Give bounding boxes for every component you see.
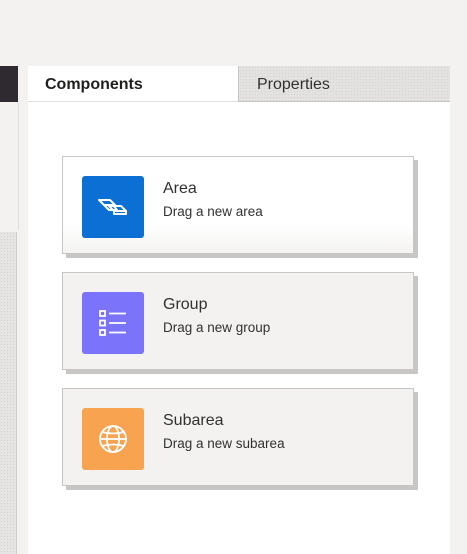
card-subtitle: Drag a new area xyxy=(163,204,263,219)
left-pane-toolbar xyxy=(0,102,19,230)
card-title: Group xyxy=(163,296,208,313)
tab-components[interactable]: Components xyxy=(28,66,238,102)
area-icon xyxy=(82,176,144,238)
area-component-card[interactable]: Area Drag a new area xyxy=(62,156,414,254)
card-title: Area xyxy=(163,180,197,197)
left-pane-header xyxy=(0,66,18,102)
components-panel: Components Properties Area Drag a new ar… xyxy=(28,66,450,554)
group-list-icon xyxy=(82,292,144,354)
card-subtitle: Drag a new subarea xyxy=(163,436,285,451)
subarea-component-card[interactable]: Subarea Drag a new subarea xyxy=(62,388,414,486)
panel-tabs: Components Properties xyxy=(28,66,450,103)
card-title: Subarea xyxy=(163,412,224,429)
group-component-card[interactable]: Group Drag a new group xyxy=(62,272,414,370)
tab-properties[interactable]: Properties xyxy=(238,66,450,102)
globe-icon xyxy=(82,408,144,470)
left-pane-canvas xyxy=(0,232,17,554)
card-subtitle: Drag a new group xyxy=(163,320,271,335)
